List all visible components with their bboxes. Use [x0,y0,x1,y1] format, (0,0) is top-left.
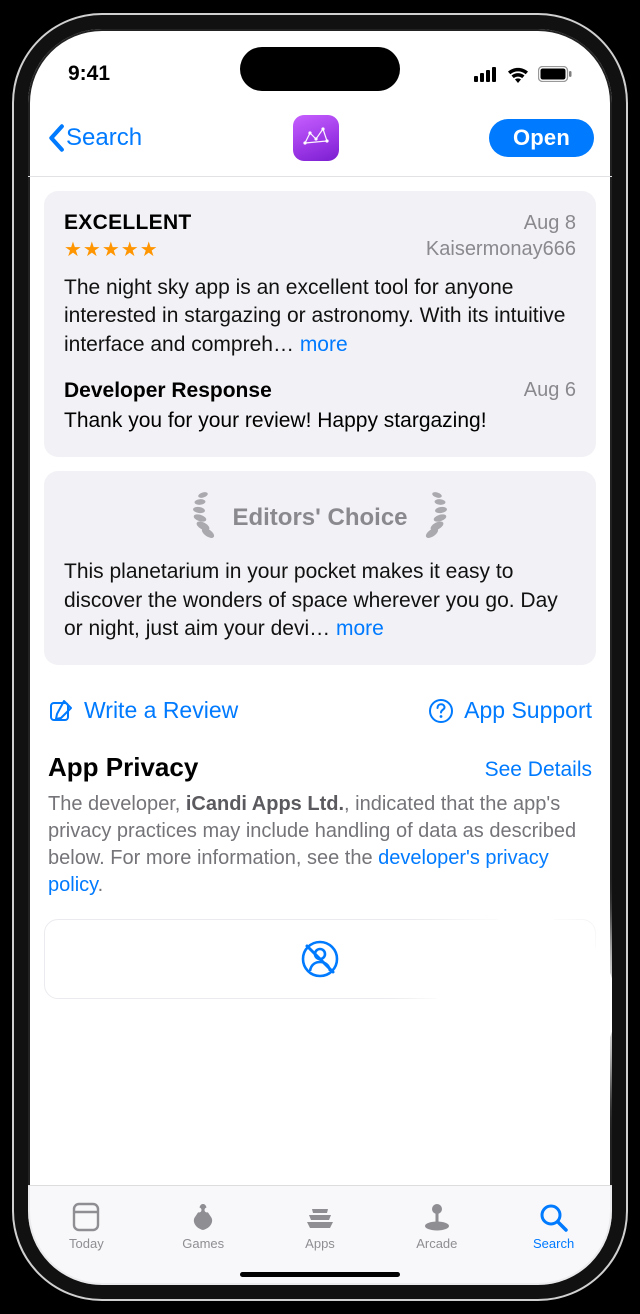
today-icon [69,1201,103,1233]
tab-apps[interactable]: Apps [262,1186,379,1265]
tab-games-label: Games [182,1236,224,1251]
laurel-right-icon [422,491,458,544]
content-area: EXCELLENT Aug 8 ★★★★★ Kaisermonay666 The… [28,177,612,1195]
wifi-icon [506,66,530,83]
question-circle-icon [428,698,454,724]
tab-bar: Today Games Apps Arcade Search [28,1185,612,1285]
developer-response-body: Thank you for your review! Happy stargaz… [64,407,576,435]
write-review-button[interactable]: Write a Review [48,697,238,724]
developer-name: iCandi Apps Ltd. [186,793,344,815]
cellular-icon [474,66,498,82]
home-indicator[interactable] [240,1272,400,1277]
tab-search-label: Search [533,1236,574,1251]
review-author: Kaisermonay666 [426,238,576,261]
tab-today-label: Today [69,1236,104,1251]
app-support-label: App Support [464,697,592,724]
editors-more-link[interactable]: more [336,617,384,640]
review-title: EXCELLENT [64,211,192,235]
tab-arcade[interactable]: Arcade [378,1186,495,1265]
editors-choice-card[interactable]: Editors' Choice This planetarium in your… [44,471,596,665]
app-privacy-title: App Privacy [48,752,198,783]
arcade-icon [420,1201,454,1233]
status-time: 9:41 [68,62,110,86]
see-details-link[interactable]: See Details [485,758,592,782]
write-review-label: Write a Review [84,697,238,724]
review-date: Aug 8 [524,212,576,235]
compose-icon [48,698,74,724]
app-icon[interactable] [293,115,339,161]
chevron-left-icon [46,124,66,152]
tab-today[interactable]: Today [28,1186,145,1265]
privacy-description: The developer, iCandi Apps Ltd., indicat… [44,791,596,899]
review-more-link[interactable]: more [300,333,348,356]
developer-response-date: Aug 6 [524,379,576,403]
review-body: The night sky app is an excellent tool f… [64,274,576,359]
open-button[interactable]: Open [489,119,594,157]
tab-arcade-label: Arcade [416,1236,457,1251]
nav-bar: Search Open [28,99,612,177]
tab-games[interactable]: Games [145,1186,262,1265]
tab-search[interactable]: Search [495,1186,612,1265]
editors-choice-label: Editors' Choice [232,504,407,532]
dynamic-island [240,47,400,91]
review-card[interactable]: EXCELLENT Aug 8 ★★★★★ Kaisermonay666 The… [44,191,596,457]
games-icon [186,1201,220,1233]
app-support-button[interactable]: App Support [428,697,592,724]
battery-icon [538,66,572,82]
developer-response-label: Developer Response [64,379,272,403]
apps-icon [303,1201,337,1233]
no-tracking-icon [298,937,342,981]
search-icon [537,1201,571,1233]
review-stars: ★★★★★ [64,237,159,262]
tab-apps-label: Apps [305,1236,335,1251]
privacy-data-card[interactable] [44,919,596,999]
back-button[interactable]: Search [46,124,142,152]
back-label: Search [66,124,142,152]
editors-choice-body: This planetarium in your pocket makes it… [64,558,576,643]
laurel-left-icon [182,491,218,544]
